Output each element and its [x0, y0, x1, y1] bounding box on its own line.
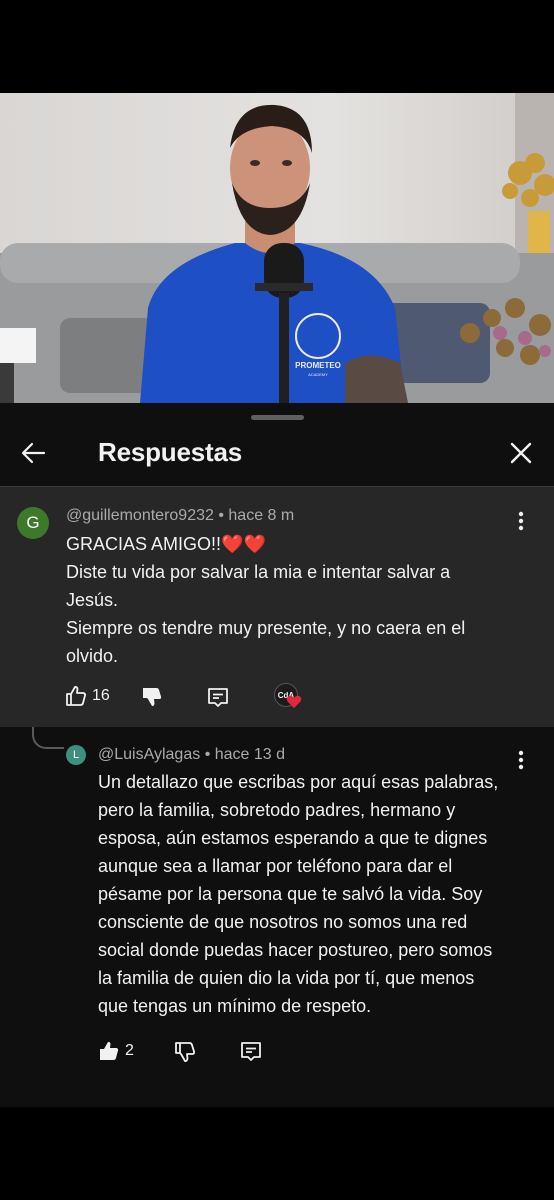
comment-meta: @LuisAylagas • hace 13 d [98, 746, 285, 764]
heart-icon [286, 695, 302, 708]
comment-time: hace 13 d [214, 746, 286, 763]
comment-time: hace 8 m [228, 507, 295, 524]
comment-line: consciente de que nosotros no somos una … [98, 912, 468, 932]
thumbs-down-icon [143, 688, 162, 707]
comment-line: esposa, aún estamos esperando a que te d… [98, 828, 488, 848]
thumbs-up-icon [100, 1041, 119, 1060]
drag-handle[interactable] [251, 415, 304, 420]
sheet-title: Respuestas [98, 437, 242, 467]
reply-icon [241, 1042, 261, 1061]
comment-body: GRACIAS AMIGO!!❤️❤️ Diste tu vida por sa… [66, 530, 465, 670]
comment-line: GRACIAS AMIGO!!❤️❤️ [66, 534, 266, 554]
thumbs-up-icon [66, 686, 86, 706]
comment-line: aunque sea a llamar por teléfono para da… [98, 856, 453, 876]
like-count: 2 [125, 1042, 134, 1059]
meta-separator: • [204, 746, 215, 763]
comment-body: Un detallazo que escribas por aquí esas … [98, 768, 498, 1020]
comment-line: la familia de quien dio la vida por tí, … [98, 968, 475, 988]
comment-line: Un detallazo que escribas por aquí esas … [98, 772, 499, 792]
shirt-logo-subtext: ACADEMY [308, 372, 328, 377]
reply-button[interactable] [239, 1040, 263, 1064]
shirt-logo-text: PROMETEO [295, 361, 341, 370]
comment-line: Siempre os tendre muy presente, y no cae… [66, 618, 466, 638]
dislike-button[interactable] [173, 1040, 197, 1064]
comment-line: olvido. [66, 646, 119, 666]
comment-author[interactable]: @guillemontero9232 [66, 507, 214, 524]
avatar[interactable]: L [66, 745, 86, 765]
avatar-letter: G [26, 513, 40, 532]
video-player[interactable]: PROMETEO ACADEMY [0, 93, 554, 403]
like-button[interactable]: 2 [97, 1039, 134, 1063]
close-icon[interactable] [508, 440, 534, 466]
replies-sheet: Respuestas G @guillemontero9232 • hace 8… [0, 403, 554, 1107]
meta-separator: • [218, 507, 229, 524]
like-count: 16 [92, 687, 110, 704]
more-options-icon[interactable] [511, 509, 531, 533]
creator-heart-badge: CdA [274, 683, 302, 711]
comment-line: pero la familia, sobretodo padres, herma… [98, 800, 456, 820]
comment-line: social donde puedas hacer postureo, pero… [98, 940, 493, 960]
like-button[interactable]: 16 [64, 684, 110, 708]
reply-icon [208, 688, 228, 707]
thumbs-down-icon [175, 1042, 195, 1062]
avatar[interactable]: G [17, 507, 49, 539]
comment-line: Diste tu vida por salvar la mia e intent… [66, 562, 451, 582]
more-options-icon[interactable] [511, 748, 531, 772]
parent-comment: G @guillemontero9232 • hace 8 m GRACIAS … [0, 487, 554, 727]
comment-line: que tengas un mínimo de respeto. [98, 996, 372, 1016]
avatar-letter: L [72, 749, 80, 761]
video-frame: PROMETEO ACADEMY [0, 93, 554, 403]
comment-line: Jesús. [66, 590, 119, 610]
comment-author[interactable]: @LuisAylagas [98, 746, 200, 763]
back-arrow-icon[interactable] [18, 437, 50, 469]
reply-button[interactable] [206, 686, 230, 710]
comment-meta: @guillemontero9232 • hace 8 m [66, 507, 294, 525]
dislike-button[interactable] [140, 685, 164, 709]
reply-comment: L @LuisAylagas • hace 13 d Un detallazo … [0, 727, 554, 1107]
comment-line: pésame por la persona que te salvó la vi… [98, 884, 483, 904]
bottom-area [0, 1107, 554, 1200]
